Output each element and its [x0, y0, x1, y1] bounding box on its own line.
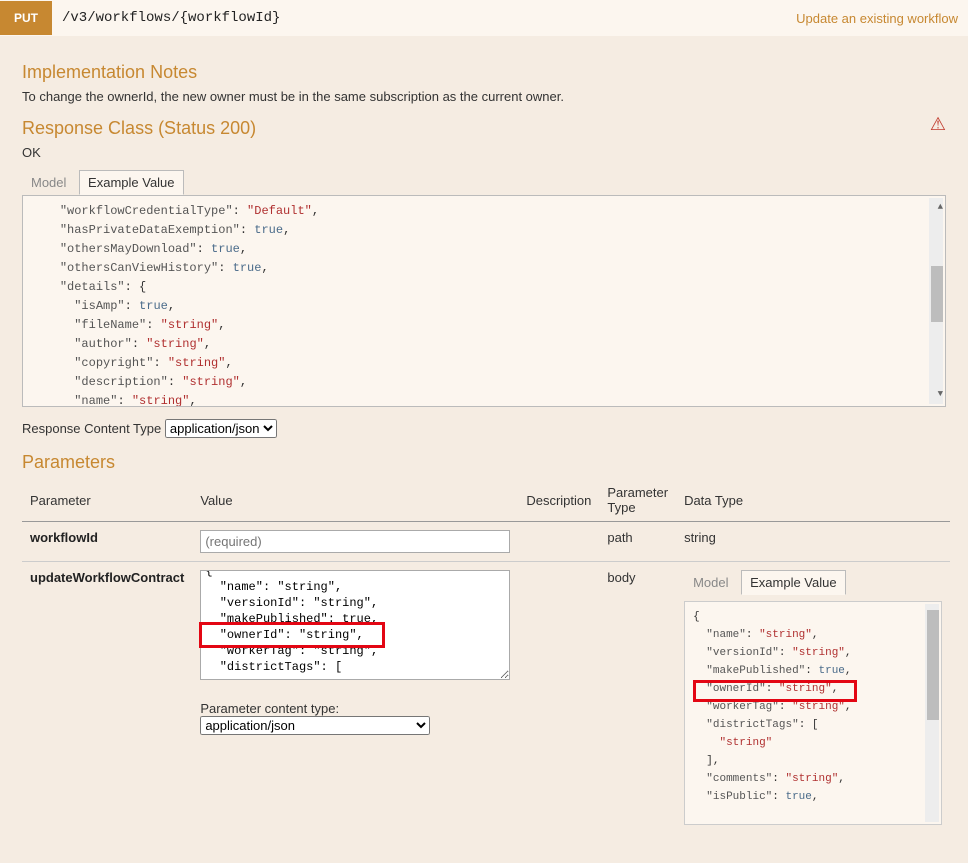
col-value: Value	[192, 479, 518, 522]
operation-body: Implementation Notes To change the owner…	[0, 36, 968, 863]
parameter-content-type-select[interactable]: application/json	[200, 716, 430, 735]
response-status-text: OK	[22, 145, 946, 160]
param-type: path	[599, 522, 676, 562]
scroll-down-icon[interactable]: ▼	[938, 385, 943, 404]
table-row: workflowId path string	[22, 522, 950, 562]
parameters-title: Parameters	[22, 452, 946, 473]
response-class-title: Response Class (Status 200)	[22, 118, 256, 139]
tab-model-mini[interactable]: Model	[684, 570, 737, 595]
col-parameter: Parameter	[22, 479, 192, 522]
datatype-example-box[interactable]: { "name": "string", "versionId": "string…	[684, 601, 942, 825]
response-content-type-row: Response Content Type application/json	[22, 419, 946, 438]
implementation-notes-text: To change the ownerId, the new owner mus…	[22, 89, 946, 104]
tab-model[interactable]: Model	[22, 170, 75, 195]
implementation-notes-title: Implementation Notes	[22, 62, 946, 83]
endpoint-path: /v3/workflows/{workflowId}	[58, 10, 796, 26]
response-example-box[interactable]: "workflowCredentialType": "Default", "ha…	[22, 195, 946, 407]
response-content-type-label: Response Content Type	[22, 421, 161, 436]
tab-example-value[interactable]: Example Value	[79, 170, 183, 195]
parameters-table: Parameter Value Description Parameter Ty…	[22, 479, 950, 833]
table-row: updateWorkflowContract Parameter content…	[22, 562, 950, 834]
param-type: body	[599, 562, 676, 834]
param-workflowid: workflowId	[30, 530, 98, 545]
parameter-content-type-label: Parameter content type:	[200, 701, 510, 716]
scroll-up-icon[interactable]: ▲	[938, 198, 943, 217]
col-parameter-type: Parameter Type	[599, 479, 676, 522]
response-content-type-select[interactable]: application/json	[165, 419, 277, 438]
col-description: Description	[518, 479, 599, 522]
response-tabs: Model Example Value	[22, 170, 946, 195]
warning-icon: ⚠	[930, 114, 946, 135]
operation-header[interactable]: PUT /v3/workflows/{workflowId} Update an…	[0, 0, 968, 36]
http-method-badge: PUT	[0, 1, 52, 35]
scrollbar-thumb[interactable]	[927, 610, 939, 720]
workflowid-input[interactable]	[200, 530, 510, 553]
tab-example-mini[interactable]: Example Value	[741, 570, 845, 595]
param-updateworkflowcontract: updateWorkflowContract	[30, 570, 184, 585]
operation-summary: Update an existing workflow	[796, 11, 968, 26]
datatype-tabs: Model Example Value	[684, 570, 942, 595]
col-data-type: Data Type	[676, 479, 950, 522]
scrollbar-thumb[interactable]	[931, 266, 943, 322]
body-textarea[interactable]	[200, 570, 510, 680]
data-type: string	[676, 522, 950, 562]
